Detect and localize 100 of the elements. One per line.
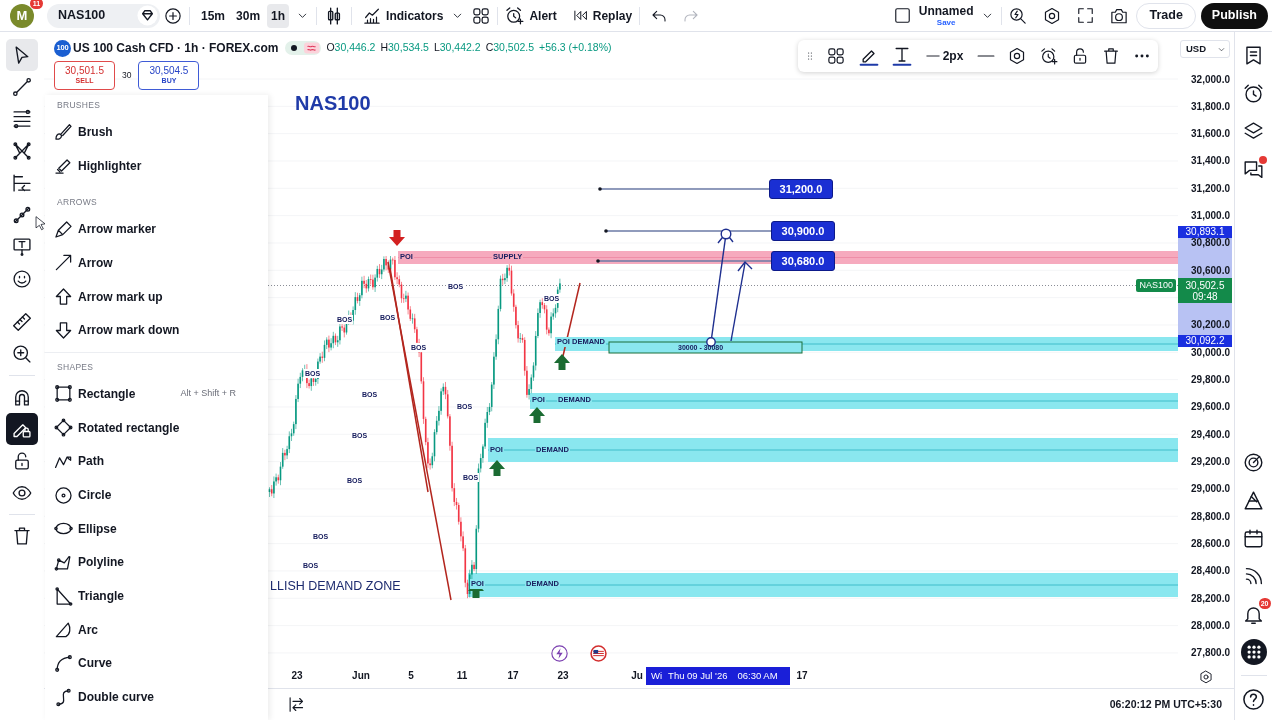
menu-item[interactable]: Arrow marker: [45, 212, 268, 247]
settings-icon[interactable]: [1008, 47, 1027, 65]
menu-item[interactable]: Ellipse: [45, 511, 268, 546]
alert-button[interactable]: Alert: [505, 6, 557, 25]
magnet-icon[interactable]: [12, 387, 32, 407]
menu-item[interactable]: Brush: [45, 115, 268, 149]
price-tick: 30,200.0: [1191, 319, 1230, 331]
trend-line-icon[interactable]: [12, 77, 32, 97]
apps-grid-icon[interactable]: [1240, 639, 1267, 665]
menu-item[interactable]: Arc: [45, 612, 268, 647]
eye-icon[interactable]: [12, 483, 32, 503]
parallel-lines-icon[interactable]: [12, 109, 32, 129]
indicators-button[interactable]: Indicators: [363, 6, 444, 25]
settings-icon[interactable]: [1043, 6, 1062, 25]
unlock-icon[interactable]: [12, 451, 32, 471]
currency-dropdown[interactable]: USD: [1180, 40, 1230, 58]
alarm-clock-icon[interactable]: [1039, 47, 1058, 65]
templates-icon[interactable]: [472, 6, 491, 25]
menu-item[interactable]: Polyline: [45, 545, 268, 580]
camera-icon[interactable]: [1110, 6, 1129, 25]
time-tick: 23: [291, 670, 303, 682]
line-chart-icon: [363, 6, 382, 25]
rewind-icon: [572, 8, 588, 23]
help-icon[interactable]: [1242, 687, 1265, 711]
dotted-line-icon[interactable]: [12, 205, 32, 225]
text-icon[interactable]: [892, 46, 913, 66]
price-label: 31,200.0: [769, 179, 833, 199]
gem-icon[interactable]: [137, 5, 158, 26]
calendar-icon[interactable]: [1243, 527, 1264, 549]
square-icon[interactable]: [893, 7, 911, 24]
smiley-icon[interactable]: [12, 269, 32, 289]
layers-icon[interactable]: [1243, 120, 1264, 142]
symbol-title[interactable]: US 100 Cash CFD · 1h · FOREX.com: [73, 39, 279, 57]
price-label: 30,900.0: [771, 221, 835, 241]
target-icon[interactable]: [1243, 451, 1264, 473]
lightning-icon[interactable]: [551, 645, 568, 662]
price-tick: 31,200.0: [1191, 182, 1230, 194]
flag-icon[interactable]: [590, 645, 607, 662]
toggle-button[interactable]: [6, 413, 38, 445]
time-tick: 11: [456, 670, 468, 682]
menu-item[interactable]: Rectangle Alt + Shift + R: [45, 377, 268, 411]
chart-title: NAS100: [295, 92, 371, 114]
axis-arrow-icon[interactable]: [12, 173, 32, 193]
price-change: +56.3 (+0.18%): [539, 40, 612, 56]
price-tick: 31,400.0: [1191, 155, 1230, 167]
shortcut-hint: Alt + Shift + R: [180, 387, 236, 401]
price-tick: 30,000.0: [1191, 346, 1230, 358]
publish-button[interactable]: Publish: [1200, 2, 1268, 29]
add-symbol-icon[interactable]: [164, 6, 182, 25]
menu-item[interactable]: Arrow mark up: [45, 279, 268, 314]
market-status-icon[interactable]: [285, 41, 322, 55]
search-icon[interactable]: [1009, 6, 1028, 25]
arrow-icon: [54, 253, 73, 273]
price-tick: 28,000.0: [1191, 620, 1230, 632]
ohlc-value: H30,534.5: [380, 40, 429, 56]
watchlist-icon[interactable]: [1243, 44, 1264, 66]
alarm-clock-icon[interactable]: [1243, 82, 1264, 104]
fullscreen-icon[interactable]: [1077, 7, 1095, 24]
cross-lines-icon[interactable]: [12, 141, 32, 161]
ohlc-value: L30,442.2: [433, 40, 481, 56]
brush-icon: [54, 122, 73, 142]
menu-item[interactable]: Path: [45, 444, 268, 479]
menu-item[interactable]: Rotated rectangle: [45, 410, 268, 445]
trash-icon[interactable]: [12, 526, 32, 546]
user-avatar[interactable]: M: [10, 3, 34, 28]
price-tick: 29,200.0: [1191, 456, 1230, 468]
replay-button[interactable]: Replay: [572, 6, 633, 25]
diamond-icon: [54, 418, 73, 438]
interval-button[interactable]: 30m: [232, 3, 265, 28]
swap-arrows-icon[interactable]: [288, 696, 305, 713]
menu-item[interactable]: Circle: [45, 478, 268, 512]
interval-button[interactable]: 15m: [197, 3, 230, 28]
trash-icon[interactable]: [1102, 47, 1121, 65]
symbol-search[interactable]: NAS100: [47, 3, 160, 28]
alarm-clock-icon: [505, 6, 525, 25]
feed-icon[interactable]: [1243, 565, 1264, 587]
price-tick: 31,800.0: [1191, 100, 1230, 112]
interval-button[interactable]: 1h: [267, 3, 290, 28]
menu-item[interactable]: Arrow mark down: [45, 313, 268, 348]
ruler-icon[interactable]: [12, 312, 32, 332]
zoom-in-icon[interactable]: [12, 344, 32, 364]
menu-item[interactable]: Double curve: [45, 680, 268, 714]
time-tick: 5: [408, 670, 414, 682]
templates-icon[interactable]: [827, 47, 846, 65]
pyramid-icon[interactable]: [1243, 489, 1264, 511]
text-sign-icon[interactable]: [12, 237, 32, 257]
price-tick: 28,600.0: [1191, 538, 1230, 550]
layout-name[interactable]: Unnamed: [918, 4, 974, 18]
price-range-label: 30,893.1: [1178, 226, 1232, 238]
chat-icon[interactable]: [1243, 158, 1264, 180]
menu-item[interactable]: Arrow: [45, 246, 268, 280]
save-link[interactable]: Save: [936, 17, 956, 27]
line-width-button[interactable]: 2px: [925, 47, 964, 65]
menu-item[interactable]: Curve: [45, 646, 268, 681]
menu-item[interactable]: Highlighter: [45, 148, 268, 183]
menu-item[interactable]: Triangle: [45, 579, 268, 613]
clock-text: 06:20:12 PM UTC+5:30: [1109, 696, 1222, 712]
time-tick: Jun: [352, 670, 370, 682]
settings-icon[interactable]: [1199, 669, 1213, 684]
tool-button[interactable]: [6, 39, 38, 71]
